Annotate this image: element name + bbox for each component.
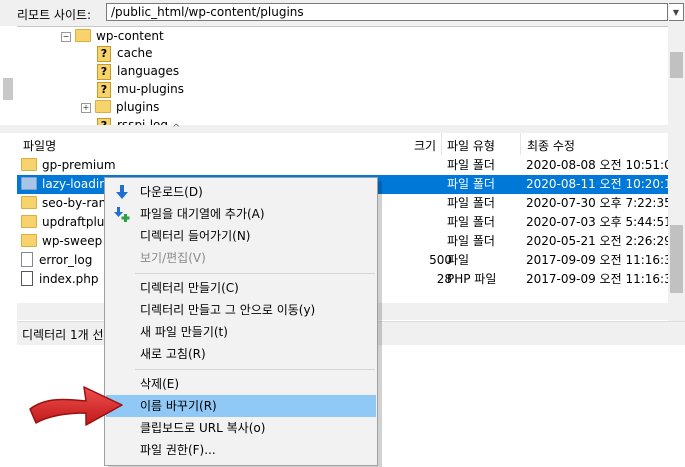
expand-icon[interactable]: + <box>81 102 91 113</box>
add-to-queue-icon <box>114 207 130 222</box>
remote-directory-tree: − wp-content ? cache ? languages ? mu-plugin… <box>17 26 685 126</box>
table-row[interactable]: gp-premium 파일 폴더 2020-08-08 오전 10:51:0 <box>17 156 668 175</box>
left-pane-scrollbar-thumb[interactable] <box>3 78 13 100</box>
chevron-down-icon[interactable]: ▼ <box>669 3 684 21</box>
left-pane-edge <box>0 26 16 125</box>
folder-icon <box>95 100 111 113</box>
file-name-cell: lazy-loading <box>21 175 114 194</box>
left-pane-edge <box>0 133 16 321</box>
file-type-cell: 파일 폴더 <box>447 196 495 210</box>
tree-item-label: mu-plugins <box>117 82 184 96</box>
file-icon <box>21 252 33 267</box>
column-header-modified[interactable]: 최종 수정 <box>527 137 575 154</box>
menu-item-enter-directory[interactable]: 디렉터리 들어가기(N) <box>106 225 376 247</box>
folder-icon <box>21 215 37 228</box>
file-name-cell: index.php <box>21 270 98 289</box>
column-header-type[interactable]: 파일 유형 <box>447 137 495 154</box>
php-file-icon <box>21 271 33 286</box>
file-type-cell: 파일 폴더 <box>447 215 495 229</box>
menu-item-refresh[interactable]: 새로 고침(R) <box>106 343 376 365</box>
folder-icon <box>21 158 37 171</box>
column-header-size[interactable]: 크기 <box>414 137 436 154</box>
remote-site-label: 리모트 사이트: <box>17 8 92 22</box>
folder-icon <box>75 29 91 42</box>
file-name-cell: error_log <box>21 251 92 270</box>
pane-splitter[interactable] <box>0 125 685 133</box>
file-name-cell: gp-premium <box>21 156 116 175</box>
remote-path-input[interactable] <box>106 3 668 21</box>
column-divider[interactable] <box>441 133 442 155</box>
file-modified-cell: 2020-08-08 오전 10:51:0 <box>526 158 668 172</box>
menu-item-create-file[interactable]: 새 파일 만들기(t) <box>106 321 376 343</box>
tree-item-label: cache <box>117 46 153 60</box>
tree-item-mu-plugins[interactable]: ? mu-plugins <box>97 80 184 98</box>
menu-item-file-permissions[interactable]: 파일 권한(F)... <box>106 439 376 461</box>
folder-icon <box>21 234 37 247</box>
status-text: 디렉터리 1개 선 <box>22 328 104 342</box>
question-folder-icon: ? <box>97 45 111 62</box>
folder-icon <box>21 177 37 190</box>
file-type-cell: 파일 폴더 <box>447 177 495 191</box>
menu-item-rename[interactable]: 이름 바꾸기(R) <box>106 395 376 417</box>
file-type-cell: 파일 <box>447 253 470 267</box>
tree-item-plugins[interactable]: + plugins <box>81 98 159 116</box>
file-list-scrollbar-thumb[interactable] <box>670 225 683 293</box>
menu-separator <box>135 273 375 274</box>
column-header-name[interactable]: 파일명 <box>23 137 56 154</box>
question-folder-icon: ? <box>97 81 111 98</box>
collapse-icon[interactable]: − <box>61 31 71 42</box>
column-divider[interactable] <box>520 133 521 155</box>
file-modified-cell: 2020-07-03 오후 5:44:51 <box>526 215 668 229</box>
tree-item-cache[interactable]: ? cache <box>97 44 153 62</box>
file-modified-cell: 2020-05-21 오전 2:26:29 <box>526 234 668 248</box>
menu-item-copy-url[interactable]: 클립보드로 URL 복사(o) <box>106 417 376 439</box>
file-type-cell: 파일 폴더 <box>447 158 495 172</box>
tree-item-label: wp-content <box>96 29 164 43</box>
folder-icon <box>21 196 37 209</box>
file-type-cell: PHP 파일 <box>447 272 497 286</box>
file-modified-cell: 2020-08-11 오전 10:20:1 <box>526 177 668 191</box>
tree-item-languages[interactable]: ? languages <box>97 62 179 80</box>
file-name-cell: wp-sweep <box>21 232 102 251</box>
menu-item-create-directory[interactable]: 디렉터리 만들기(C) <box>106 277 376 299</box>
menu-item-create-directory-and-enter[interactable]: 디렉터리 만들고 그 안으로 이동(y) <box>106 299 376 321</box>
menu-item-add-to-queue[interactable]: 파일을 대기열에 추가(A) <box>106 203 376 225</box>
tree-scrollbar-thumb[interactable] <box>670 52 683 78</box>
file-name-cell: seo-by-rank <box>21 194 113 213</box>
question-folder-icon: ? <box>97 63 111 80</box>
file-modified-cell: 2020-07-30 오후 7:22:35 <box>526 196 668 210</box>
download-icon <box>116 185 128 199</box>
file-name-cell: updraftplus <box>21 213 111 232</box>
file-type-cell: 파일 폴더 <box>447 234 495 248</box>
menu-item-view-edit: 보기/편집(V) <box>140 251 206 265</box>
context-menu: 다운로드(D) 파일을 대기열에 추가(A) 디렉터리 들어가기(N) 보기/편… <box>104 177 378 466</box>
tree-item-wp-content[interactable]: − wp-content <box>61 27 164 45</box>
tree-item-label: languages <box>117 64 180 78</box>
red-arrow-icon <box>29 386 123 426</box>
menu-item-download[interactable]: 다운로드(D) <box>106 181 376 203</box>
menu-item-delete[interactable]: 삭제(E) <box>106 373 376 395</box>
tree-item-label: plugins <box>116 100 160 114</box>
file-list-header: 파일명 크기 파일 유형 최종 수정 <box>17 133 668 156</box>
menu-separator <box>135 369 375 370</box>
file-modified-cell: 2017-09-09 오전 11:16:3 <box>526 253 668 267</box>
file-modified-cell: 2017-09-09 오전 11:16:3 <box>526 272 668 286</box>
